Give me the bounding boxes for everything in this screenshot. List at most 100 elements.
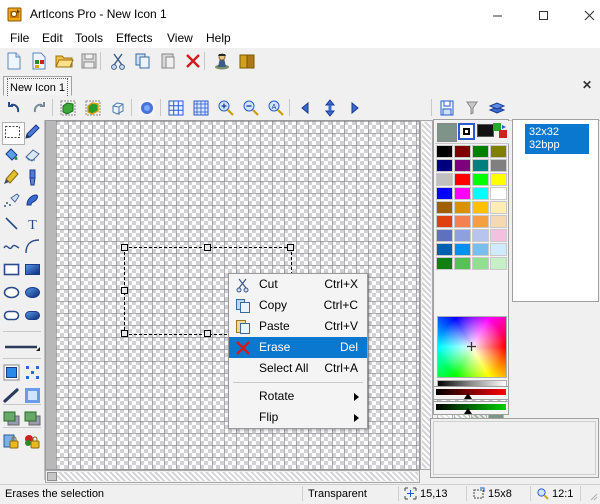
selection-handle-nw[interactable] (121, 244, 128, 251)
tool-rect-select[interactable] (2, 122, 25, 145)
color-swatch[interactable] (436, 243, 453, 256)
color-swatch[interactable] (454, 173, 471, 186)
tool-line[interactable] (2, 214, 23, 235)
color-swatch[interactable] (472, 145, 489, 158)
format-list-panel[interactable]: 32x32 32bpp (512, 119, 599, 302)
tool-arc[interactable] (23, 237, 44, 258)
color-swatch[interactable] (490, 243, 507, 256)
color-swatch[interactable] (454, 159, 471, 172)
tool-paint-bucket[interactable] (2, 145, 23, 166)
tool-brush[interactable] (23, 168, 44, 189)
close-button[interactable] (566, 0, 600, 30)
scroll-track[interactable] (47, 472, 418, 481)
resize-grip[interactable] (586, 489, 598, 501)
menu-file[interactable]: File (4, 30, 35, 46)
color-swatch[interactable] (436, 229, 453, 242)
menu-view[interactable]: View (161, 30, 199, 46)
tool-curve[interactable] (2, 237, 23, 258)
color-swatch[interactable] (490, 145, 507, 158)
context-menu-item-paste[interactable]: Paste Ctrl+V (229, 316, 367, 337)
nudge-vert-button[interactable] (320, 98, 340, 118)
blur-button[interactable] (137, 98, 157, 118)
transparent-button[interactable] (108, 98, 128, 118)
menu-tools[interactable]: Tools (69, 30, 109, 46)
color-swatch[interactable] (454, 201, 471, 214)
canvas-context-menu[interactable]: Cut Ctrl+X Copy Ctrl+C Paste Ctrl+V Eras… (228, 273, 368, 429)
format-list-item[interactable]: 32x32 32bpp (525, 124, 589, 154)
black-swatch-button[interactable] (477, 124, 494, 137)
color-swatch[interactable] (436, 173, 453, 186)
close-tab-button[interactable]: ✕ (580, 78, 594, 92)
foreground-color-swatch[interactable] (437, 123, 457, 142)
tool-line-width[interactable] (2, 336, 42, 357)
color-swatch[interactable] (490, 187, 507, 200)
context-menu-item-flip[interactable]: Flip (229, 407, 367, 428)
color-swatch[interactable] (490, 173, 507, 186)
color-swatch[interactable] (490, 215, 507, 228)
zoom-fit-button[interactable]: A (266, 98, 286, 118)
scroll-track[interactable] (422, 122, 431, 468)
color-swatch[interactable] (472, 243, 489, 256)
color-swatch[interactable] (436, 159, 453, 172)
selection-handle-s[interactable] (204, 330, 211, 337)
cut-button[interactable] (108, 51, 128, 71)
copy-button[interactable] (133, 51, 153, 71)
minimize-button[interactable] (474, 0, 520, 30)
wizard-button[interactable] (212, 51, 232, 71)
pixel-grid-button[interactable] (191, 98, 211, 118)
color-swatch[interactable] (490, 229, 507, 242)
tool-lock-blue[interactable] (2, 432, 23, 453)
selection-handle-ne[interactable] (287, 244, 294, 251)
scroll-thumb[interactable] (47, 472, 57, 481)
canvas-horizontal-scrollbar[interactable] (45, 470, 420, 483)
color-swatch[interactable] (454, 187, 471, 200)
green-slider-knob[interactable] (464, 408, 472, 414)
color-swatch[interactable] (472, 159, 489, 172)
color-swatch-grid[interactable] (436, 145, 508, 271)
tool-text[interactable]: T (23, 214, 44, 235)
context-menu-item-rotate[interactable]: Rotate (229, 386, 367, 407)
zoom-out-button[interactable] (241, 98, 261, 118)
tab-new-icon-1[interactable]: New Icon 1 (3, 76, 72, 96)
tool-rect-filled[interactable] (23, 260, 44, 281)
context-menu-item-select-all[interactable]: Select All Ctrl+A (229, 358, 367, 379)
zoom-in-button[interactable] (216, 98, 236, 118)
color-swatch[interactable] (472, 215, 489, 228)
undo-button[interactable] (4, 98, 24, 118)
menu-edit[interactable]: Edit (36, 30, 69, 46)
color-swatch[interactable] (454, 145, 471, 158)
tool-round-filled[interactable] (23, 306, 44, 327)
green-slider[interactable] (433, 401, 509, 415)
color-swatch[interactable] (436, 257, 453, 270)
tool-ellipse[interactable] (2, 283, 23, 304)
paste-button[interactable] (158, 51, 178, 71)
maximize-button[interactable] (520, 0, 566, 30)
color-swatch[interactable] (490, 257, 507, 270)
open-button[interactable] (54, 51, 74, 71)
save-format-button[interactable] (437, 98, 457, 118)
red-slider-knob[interactable] (464, 393, 472, 399)
tool-eraser[interactable] (23, 145, 44, 166)
color-picker-button[interactable] (493, 123, 508, 139)
grid-button[interactable] (166, 98, 186, 118)
tool-round-rect[interactable] (2, 306, 23, 327)
help-button[interactable] (237, 51, 257, 71)
menu-help[interactable]: Help (200, 30, 237, 46)
context-menu-item-erase[interactable]: Erase Del (229, 337, 367, 358)
context-menu-item-cut[interactable]: Cut Ctrl+X (229, 274, 367, 295)
red-slider[interactable] (433, 386, 509, 400)
color-swatch[interactable] (454, 243, 471, 256)
color-swatch[interactable] (472, 257, 489, 270)
nudge-right-button[interactable] (345, 98, 365, 118)
layers-button[interactable] (487, 98, 507, 118)
tool-marker[interactable] (2, 168, 23, 189)
tool-rect[interactable] (2, 260, 23, 281)
selection-handle-w[interactable] (121, 287, 128, 294)
save-button[interactable] (79, 51, 99, 71)
tool-scatter[interactable] (23, 363, 44, 384)
color-swatch[interactable] (490, 159, 507, 172)
color-swatch[interactable] (454, 215, 471, 228)
color-swatch[interactable] (436, 201, 453, 214)
color-swatch[interactable] (472, 229, 489, 242)
delete-button[interactable] (183, 51, 203, 71)
